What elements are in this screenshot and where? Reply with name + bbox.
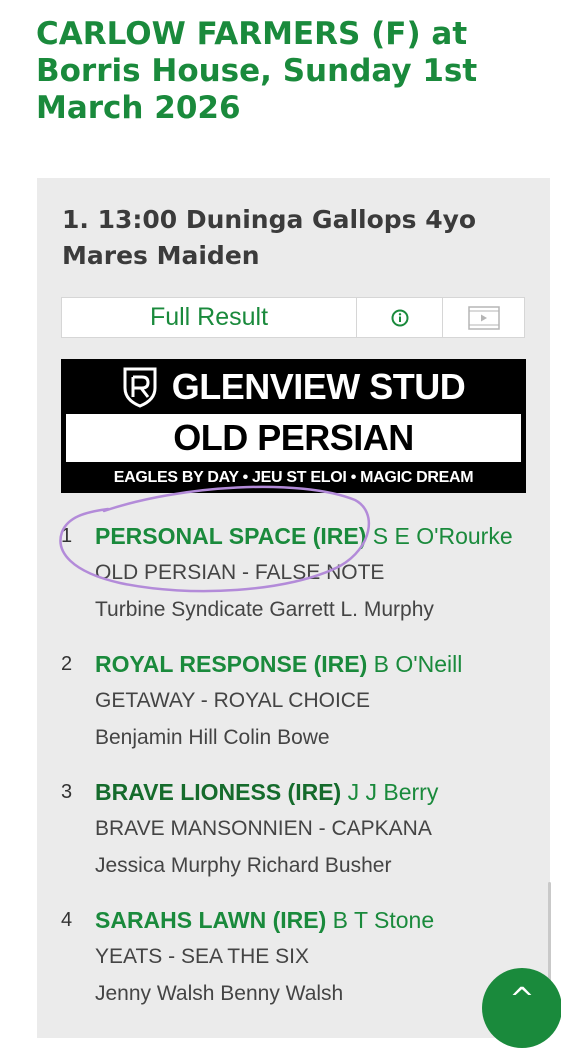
race-title: 1. 13:00 Duninga Gallops 4yo Mares Maide… [62, 205, 477, 270]
glenview-stud-advert[interactable]: GLENVIEW STUD OLD PERSIAN EAGLES BY DAY … [61, 359, 526, 493]
runner-breeding: YEATS - SEA THE SIX [95, 945, 309, 968]
horse-name-link[interactable]: BRAVE LIONESS (IRE) [95, 779, 341, 805]
jockey-link[interactable]: S E O'Rourke [373, 523, 513, 549]
runner-breeding: OLD PERSIAN - FALSE NOTE [95, 561, 385, 584]
video-button[interactable] [443, 298, 524, 337]
horse-name-link[interactable]: PERSONAL SPACE (IRE) [95, 523, 366, 549]
page-title: CARLOW FARMERS (F) at Borris House, Sund… [36, 16, 478, 126]
race-actions-bar: Full Result [61, 297, 525, 338]
info-button[interactable] [357, 298, 443, 337]
runner-connections: Jenny Walsh Benny Walsh [95, 982, 344, 1005]
horse-name-link[interactable]: SARAHS LAWN (IRE) [95, 907, 326, 933]
runner-connections: Turbine Syndicate Garrett L. Murphy [95, 598, 434, 621]
runner-line: PERSONAL SPACE (IRE) S E O'Rourke [95, 518, 513, 554]
runner-position: 2 [61, 653, 73, 675]
info-icon [391, 309, 408, 326]
runner-connections: Jessica Murphy Richard Busher [95, 854, 392, 877]
runner-connections: Benjamin Hill Colin Bowe [95, 726, 330, 749]
jockey-link[interactable]: B T Stone [333, 907, 434, 933]
race-card: 1. 13:00 Duninga Gallops 4yo Mares Maide… [37, 178, 550, 1038]
runner-position: 3 [61, 781, 73, 803]
runner-line: SARAHS LAWN (IRE) B T Stone [95, 902, 434, 938]
stud-crest-logo [123, 367, 157, 408]
jockey-link[interactable]: J J Berry [348, 779, 439, 805]
advert-tagline: EAGLES BY DAY • JEU ST ELOI • MAGIC DREA… [113, 469, 474, 486]
horse-name-link[interactable]: ROYAL RESPONSE (IRE) [95, 651, 367, 677]
runner-line: BRAVE LIONESS (IRE) J J Berry [95, 774, 438, 810]
runner-position: 4 [61, 909, 73, 931]
runner-line: ROYAL RESPONSE (IRE) B O'Neill [95, 646, 462, 682]
video-icon [467, 305, 500, 330]
advert-brand: GLENVIEW STUD [171, 365, 466, 407]
runner-breeding: BRAVE MANSONNIEN - CAPKANA [95, 817, 432, 840]
back-to-top-button[interactable]: ^ [482, 968, 561, 1048]
advert-header: GLENVIEW STUD [61, 359, 526, 414]
advert-stallion: OLD PERSIAN [66, 414, 521, 462]
jockey-link[interactable]: B O'Neill [374, 651, 463, 677]
runner-position: 1 [61, 525, 73, 547]
runner-breeding: GETAWAY - ROYAL CHOICE [95, 689, 370, 712]
full-result-button[interactable]: Full Result [62, 298, 357, 337]
back-to-top-label: ^ [509, 982, 535, 1017]
